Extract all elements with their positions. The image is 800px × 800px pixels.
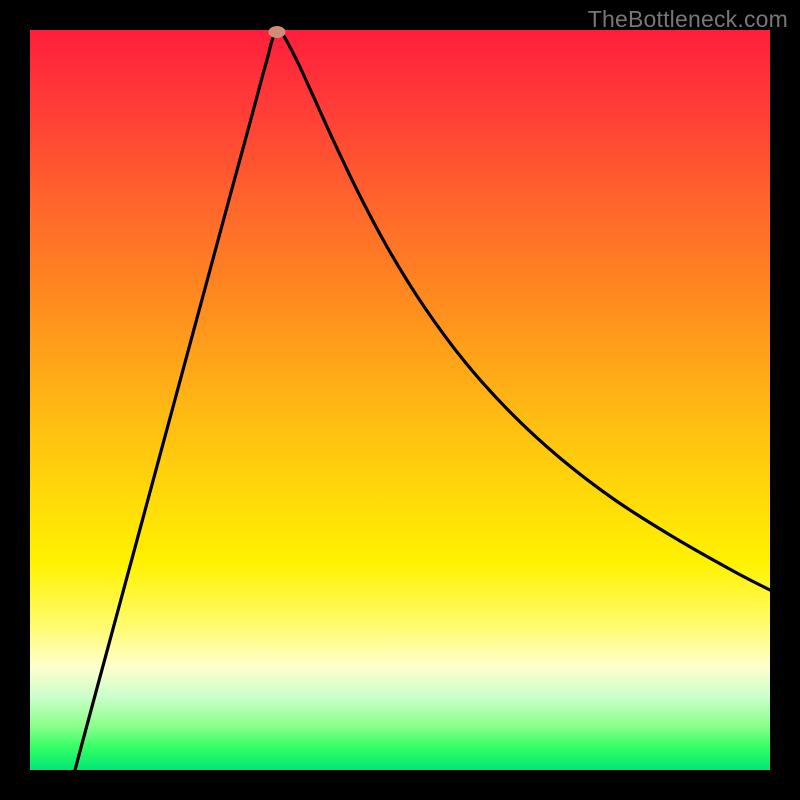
optimal-point-marker [269,26,286,38]
watermark-text: TheBottleneck.com [588,6,788,33]
chart-frame: TheBottleneck.com [0,0,800,800]
plot-area [30,30,770,770]
curve-svg [30,30,770,770]
bottleneck-curve [75,30,770,770]
